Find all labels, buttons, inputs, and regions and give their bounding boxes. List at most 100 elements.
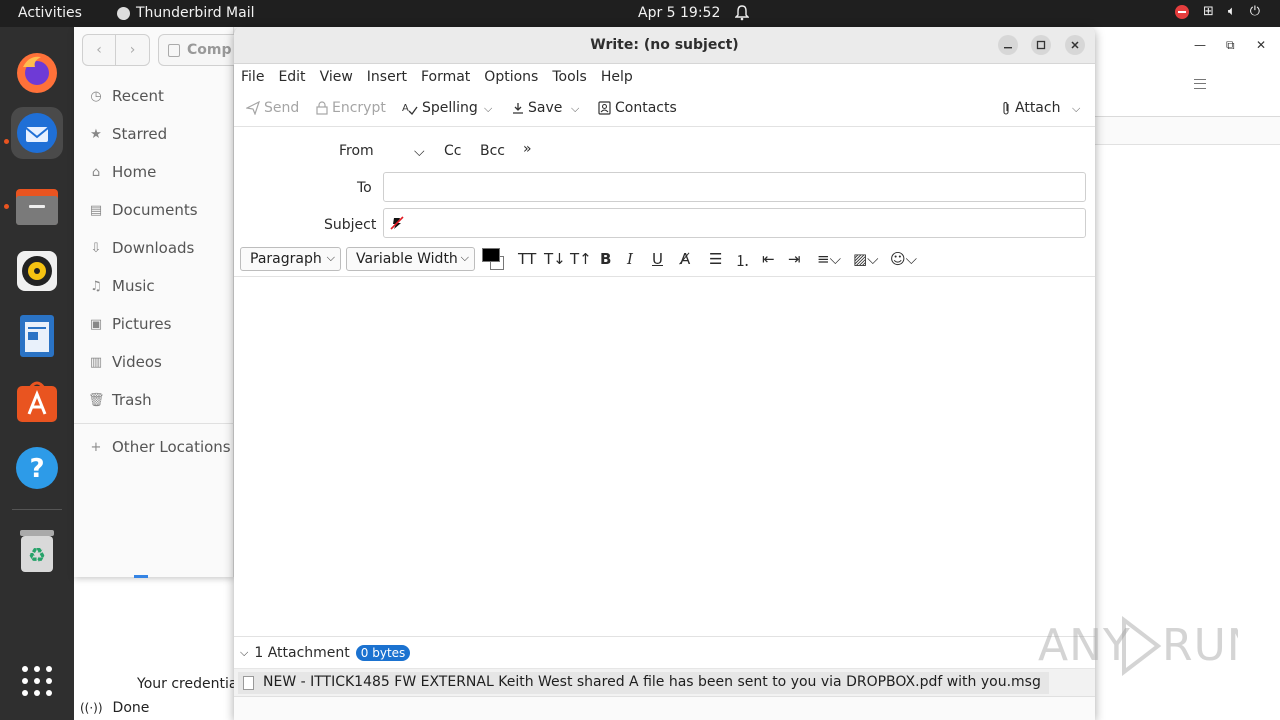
menu-insert[interactable]: Insert	[367, 65, 407, 91]
dock-thunderbird[interactable]	[11, 107, 63, 159]
title-bar[interactable]: Write: (no subject)	[234, 27, 1095, 64]
svg-text:RUN: RUN	[1162, 620, 1238, 671]
show-apps-button[interactable]	[11, 655, 63, 707]
system-tray[interactable]: ⊞ 🔈︎ ⏻	[1174, 4, 1260, 19]
sidebar-item-starred[interactable]: ★ Starred	[88, 125, 167, 143]
minimize-button[interactable]	[998, 35, 1018, 55]
writer-icon	[20, 315, 54, 357]
menu-edit[interactable]: Edit	[278, 65, 305, 91]
remove-formatting-icon[interactable]: A̸	[680, 250, 690, 268]
volume-icon[interactable]: 🔈︎	[1228, 4, 1236, 19]
sidebar-item-music[interactable]: ♫ Music	[88, 277, 155, 295]
sidebar-item-pictures[interactable]: ▣ Pictures	[88, 315, 172, 333]
app-menu[interactable]: Thunderbird Mail	[117, 5, 255, 21]
paragraph-value: Paragraph	[250, 251, 322, 267]
bell-icon[interactable]	[734, 5, 750, 25]
sidebar-item-documents[interactable]: ▤ Documents	[88, 201, 198, 219]
attachment-count: 1 Attachment	[254, 644, 350, 661]
sidebar-item-downloads[interactable]: ⇩ Downloads	[88, 239, 195, 257]
file-icon	[243, 676, 254, 690]
numbered-list-icon[interactable]: ⒈	[735, 250, 750, 271]
menu-options[interactable]: Options	[484, 65, 538, 91]
indent-icon[interactable]: ⇥	[788, 250, 801, 268]
more-headers-icon[interactable]: »	[523, 141, 532, 157]
dock-writer[interactable]	[11, 310, 63, 362]
trash-icon: 🗑︎	[88, 392, 105, 408]
clock-icon: ◷	[90, 88, 102, 104]
dock-files[interactable]	[11, 180, 63, 232]
sidebar-item-recent[interactable]: ◷ Recent	[88, 87, 164, 105]
dock-rhythmbox[interactable]	[11, 245, 63, 297]
sidebar-item-videos[interactable]: ▥ Videos	[88, 353, 162, 371]
dock-firefox[interactable]	[11, 47, 63, 99]
to-field[interactable]	[383, 172, 1086, 202]
menu-format[interactable]: Format	[421, 65, 470, 91]
network-icon[interactable]: ⊞	[1203, 4, 1214, 19]
from-dropdown-icon[interactable]: ⌵	[414, 144, 425, 160]
spelling-button[interactable]: A Spelling	[402, 100, 478, 116]
sidebar-item-trash[interactable]: 🗑︎ Trash	[88, 391, 152, 409]
dock-app-center[interactable]	[11, 376, 63, 428]
font-select[interactable]: Variable Width ⌵	[346, 247, 475, 271]
attachment-bar[interactable]: ⌵ 1 Attachment 0 bytes	[234, 636, 1095, 668]
recording-stop-icon[interactable]	[1174, 4, 1189, 19]
running-indicator	[4, 139, 9, 144]
clock[interactable]: Apr 5 19:52	[638, 5, 720, 21]
italic-icon[interactable]: I	[627, 250, 633, 268]
attach-dropdown-icon[interactable]: ⌵	[1072, 102, 1080, 116]
contacts-button[interactable]: Contacts	[598, 100, 677, 116]
sidebar-item-label: Starred	[112, 125, 168, 143]
save-button[interactable]: Save	[512, 100, 562, 116]
text-color-swatch	[482, 248, 500, 262]
collapse-chevron-icon[interactable]: ⌵	[240, 646, 248, 660]
text-color-picker[interactable]	[482, 248, 508, 270]
emoji-icon[interactable]: ☺⌵	[890, 250, 917, 268]
encrypt-button[interactable]: Encrypt	[316, 100, 386, 116]
message-body-editor[interactable]	[234, 278, 1095, 635]
smaller-text-icon[interactable]: T↓	[544, 250, 566, 268]
menu-icon[interactable]	[1194, 79, 1206, 89]
bold-icon[interactable]: B	[600, 250, 611, 268]
picture-icon: ▣	[89, 316, 103, 332]
save-dropdown-icon[interactable]: ⌵	[571, 102, 579, 116]
sidebar-item-home[interactable]: ⌂ Home	[88, 163, 156, 181]
path-bar[interactable]: Comp	[158, 34, 238, 66]
subject-field[interactable]	[383, 208, 1086, 238]
close-button[interactable]	[1065, 35, 1085, 55]
send-icon	[246, 101, 260, 115]
anyrun-logo: ANY RUN	[1038, 615, 1260, 677]
activities-button[interactable]: Activities	[18, 5, 82, 21]
menu-file[interactable]: File	[241, 65, 264, 91]
sidebar-item-other-locations[interactable]: + Other Locations	[88, 438, 231, 456]
files-column-header	[1094, 117, 1280, 145]
align-icon[interactable]: ≡⌵	[817, 250, 841, 268]
bcc-button[interactable]: Bcc	[480, 143, 505, 159]
outdent-icon[interactable]: ⇤	[762, 250, 775, 268]
dock-trash[interactable]: ♻	[11, 525, 63, 577]
font-size-reset-icon[interactable]: ꓔꓔ	[518, 250, 536, 268]
menu-tools[interactable]: Tools	[552, 65, 587, 91]
bullet-list-icon[interactable]: ☰	[709, 250, 722, 268]
attachment-item[interactable]: NEW - ITTICK1485 FW EXTERNAL Keith West …	[238, 672, 1049, 694]
menu-view[interactable]: View	[320, 65, 353, 91]
close-button[interactable]: ✕	[1256, 38, 1266, 52]
dock-help[interactable]: ?	[11, 442, 63, 494]
power-icon[interactable]: ⏻	[1250, 4, 1260, 19]
cc-button[interactable]: Cc	[444, 143, 461, 159]
menu-help[interactable]: Help	[601, 65, 633, 91]
restore-button[interactable]: ⧉	[1226, 38, 1235, 53]
to-label: To	[357, 180, 372, 196]
maximize-button[interactable]	[1031, 35, 1051, 55]
larger-text-icon[interactable]: T↑	[570, 250, 592, 268]
sidebar-item-label: Other Locations	[112, 438, 231, 456]
minimize-button[interactable]: —	[1194, 38, 1206, 52]
attach-button[interactable]: Attach	[1002, 100, 1060, 116]
status-text: Done	[112, 700, 150, 716]
back-button[interactable]: ‹	[82, 34, 116, 66]
send-button[interactable]: Send	[246, 100, 299, 116]
paragraph-select[interactable]: Paragraph ⌵	[240, 247, 341, 271]
insert-image-icon[interactable]: ▨⌵	[853, 250, 879, 268]
underline-icon[interactable]: U	[652, 250, 663, 268]
spelling-dropdown-icon[interactable]: ⌵	[484, 102, 492, 116]
forward-button[interactable]: ›	[116, 34, 150, 66]
